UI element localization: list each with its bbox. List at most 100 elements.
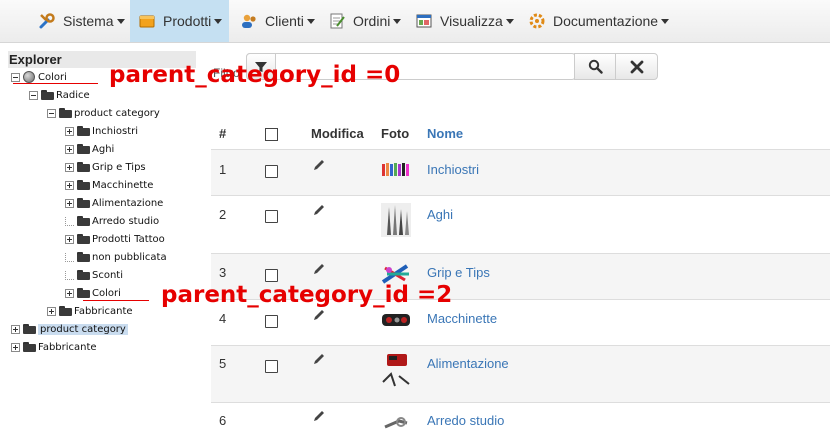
folder-icon	[23, 324, 36, 334]
annotation-underline	[13, 83, 98, 84]
table-row[interactable]: 2 Aghi	[211, 196, 830, 253]
pencil-icon[interactable]	[312, 352, 326, 366]
collapse-icon[interactable]	[29, 90, 38, 100]
order-icon	[328, 12, 346, 30]
expand-icon[interactable]	[65, 180, 74, 190]
menu-clienti[interactable]: Clienti	[232, 0, 323, 42]
row-number: 2	[219, 207, 227, 222]
menu-ordini[interactable]: Ordini	[320, 0, 409, 42]
menu-prodotti[interactable]: Prodotti	[130, 0, 229, 42]
chevron-down-icon	[116, 18, 125, 24]
folder-icon	[77, 162, 90, 172]
row-checkbox[interactable]	[265, 269, 278, 282]
menu-visualizza[interactable]: Visualizza	[407, 0, 522, 42]
expand-icon[interactable]	[65, 144, 74, 154]
tree-node-label: Alimentazione	[92, 197, 164, 209]
tree-node-grip-e-tips[interactable]: Grip e Tips	[65, 159, 146, 175]
tree-node-fabbricante-root[interactable]: Fabbricante	[11, 339, 97, 355]
row-number: 3	[219, 265, 227, 280]
tree-node-label: non pubblicata	[92, 251, 167, 263]
tree-node-label: Colori	[92, 287, 121, 299]
tree-node-non-pubblicata[interactable]: non pubblicata	[65, 249, 167, 265]
row-name-link[interactable]: Grip e Tips	[427, 265, 490, 280]
search-button[interactable]	[574, 53, 616, 80]
expand-icon[interactable]	[65, 288, 74, 298]
row-checkbox[interactable]	[265, 210, 278, 223]
row-name-link[interactable]: Aghi	[427, 207, 453, 222]
row-number: 1	[219, 162, 227, 177]
table-row[interactable]: 5 Alimentazione	[211, 346, 830, 402]
tree-node-alimentazione[interactable]: Alimentazione	[65, 195, 163, 211]
tree-connector	[65, 252, 74, 262]
table-row[interactable]: 6 Arredo studio	[211, 403, 830, 430]
column-header-number: #	[219, 126, 227, 141]
help-icon	[528, 12, 546, 30]
product-thumbnail	[381, 203, 411, 237]
folder-icon	[59, 108, 72, 118]
tree-node-arredo-studio[interactable]: Arredo studio	[65, 213, 159, 229]
tree-node-macchinette[interactable]: Macchinette	[65, 177, 153, 193]
expand-icon[interactable]	[11, 342, 20, 352]
pencil-icon[interactable]	[312, 409, 326, 423]
menu-sistema-label: Sistema	[63, 13, 114, 29]
tree-connector	[65, 270, 74, 280]
expand-icon[interactable]	[11, 324, 20, 334]
expand-icon[interactable]	[65, 162, 74, 172]
folder-icon	[41, 90, 54, 100]
tree-node-aghi[interactable]: Aghi	[65, 141, 114, 157]
pencil-icon[interactable]	[312, 203, 326, 217]
menu-documentazione[interactable]: Documentazione	[520, 0, 677, 42]
tree-node-label: product category	[74, 107, 160, 119]
column-header-name[interactable]: Nome	[427, 126, 463, 141]
pencil-icon[interactable]	[312, 308, 326, 322]
menu-documentazione-label: Documentazione	[553, 13, 659, 29]
tree-node-sconti[interactable]: Sconti	[65, 267, 123, 283]
row-checkbox[interactable]	[265, 315, 278, 328]
row-checkbox[interactable]	[265, 165, 278, 178]
row-name-link[interactable]: Arredo studio	[427, 413, 504, 428]
product-thumbnail	[381, 352, 411, 387]
select-all-checkbox[interactable]	[265, 128, 278, 141]
pencil-icon[interactable]	[312, 262, 326, 276]
expand-icon[interactable]	[47, 306, 56, 316]
tree-node-prodotti-tattoo[interactable]: Prodotti Tattoo	[65, 231, 165, 247]
table-row[interactable]: 1 Inchiostri	[211, 150, 830, 195]
tree-node-radice[interactable]: Radice	[29, 87, 90, 103]
folder-icon	[77, 216, 90, 226]
tree-node-fabbricante-child[interactable]: Fabbricante	[47, 303, 133, 319]
expand-icon[interactable]	[65, 126, 74, 136]
clear-filter-button[interactable]	[615, 53, 658, 80]
tree-node-label: Fabbricante	[38, 341, 97, 353]
tree-node-colori-child[interactable]: Colori	[65, 285, 121, 301]
collapse-icon[interactable]	[47, 108, 56, 118]
chevron-down-icon	[393, 18, 402, 24]
folder-icon	[77, 144, 90, 154]
annotation-underline	[83, 300, 149, 301]
menu-prodotti-label: Prodotti	[163, 13, 212, 29]
tree-node-product-category-root[interactable]: product category	[11, 321, 128, 337]
tree-node-inchiostri[interactable]: Inchiostri	[65, 123, 138, 139]
column-header-photo: Foto	[381, 126, 410, 141]
row-checkbox[interactable]	[265, 360, 278, 373]
main-menubar: Sistema Prodotti Clienti Ordini Visualiz…	[0, 0, 830, 43]
chevron-down-icon	[214, 18, 223, 24]
annotation-parent-id-0: parent_category_id =0	[109, 62, 401, 88]
product-thumbnail	[381, 308, 411, 338]
pencil-icon[interactable]	[312, 158, 326, 172]
tree-node-label: Sconti	[92, 269, 124, 281]
expand-icon[interactable]	[65, 234, 74, 244]
row-number: 4	[219, 311, 227, 326]
expand-icon[interactable]	[65, 198, 74, 208]
close-icon	[630, 60, 643, 73]
row-name-link[interactable]: Macchinette	[427, 311, 497, 326]
collapse-icon[interactable]	[11, 72, 20, 82]
folder-icon	[77, 180, 90, 190]
row-name-link[interactable]: Inchiostri	[427, 162, 479, 177]
folder-icon	[59, 306, 72, 316]
row-name-link[interactable]: Alimentazione	[427, 356, 509, 371]
menu-sistema[interactable]: Sistema	[30, 0, 133, 42]
chevron-down-icon	[661, 18, 670, 24]
tree-node-product-category[interactable]: product category	[47, 105, 160, 121]
tree-node-label: Radice	[56, 89, 90, 101]
box-icon	[138, 12, 156, 30]
